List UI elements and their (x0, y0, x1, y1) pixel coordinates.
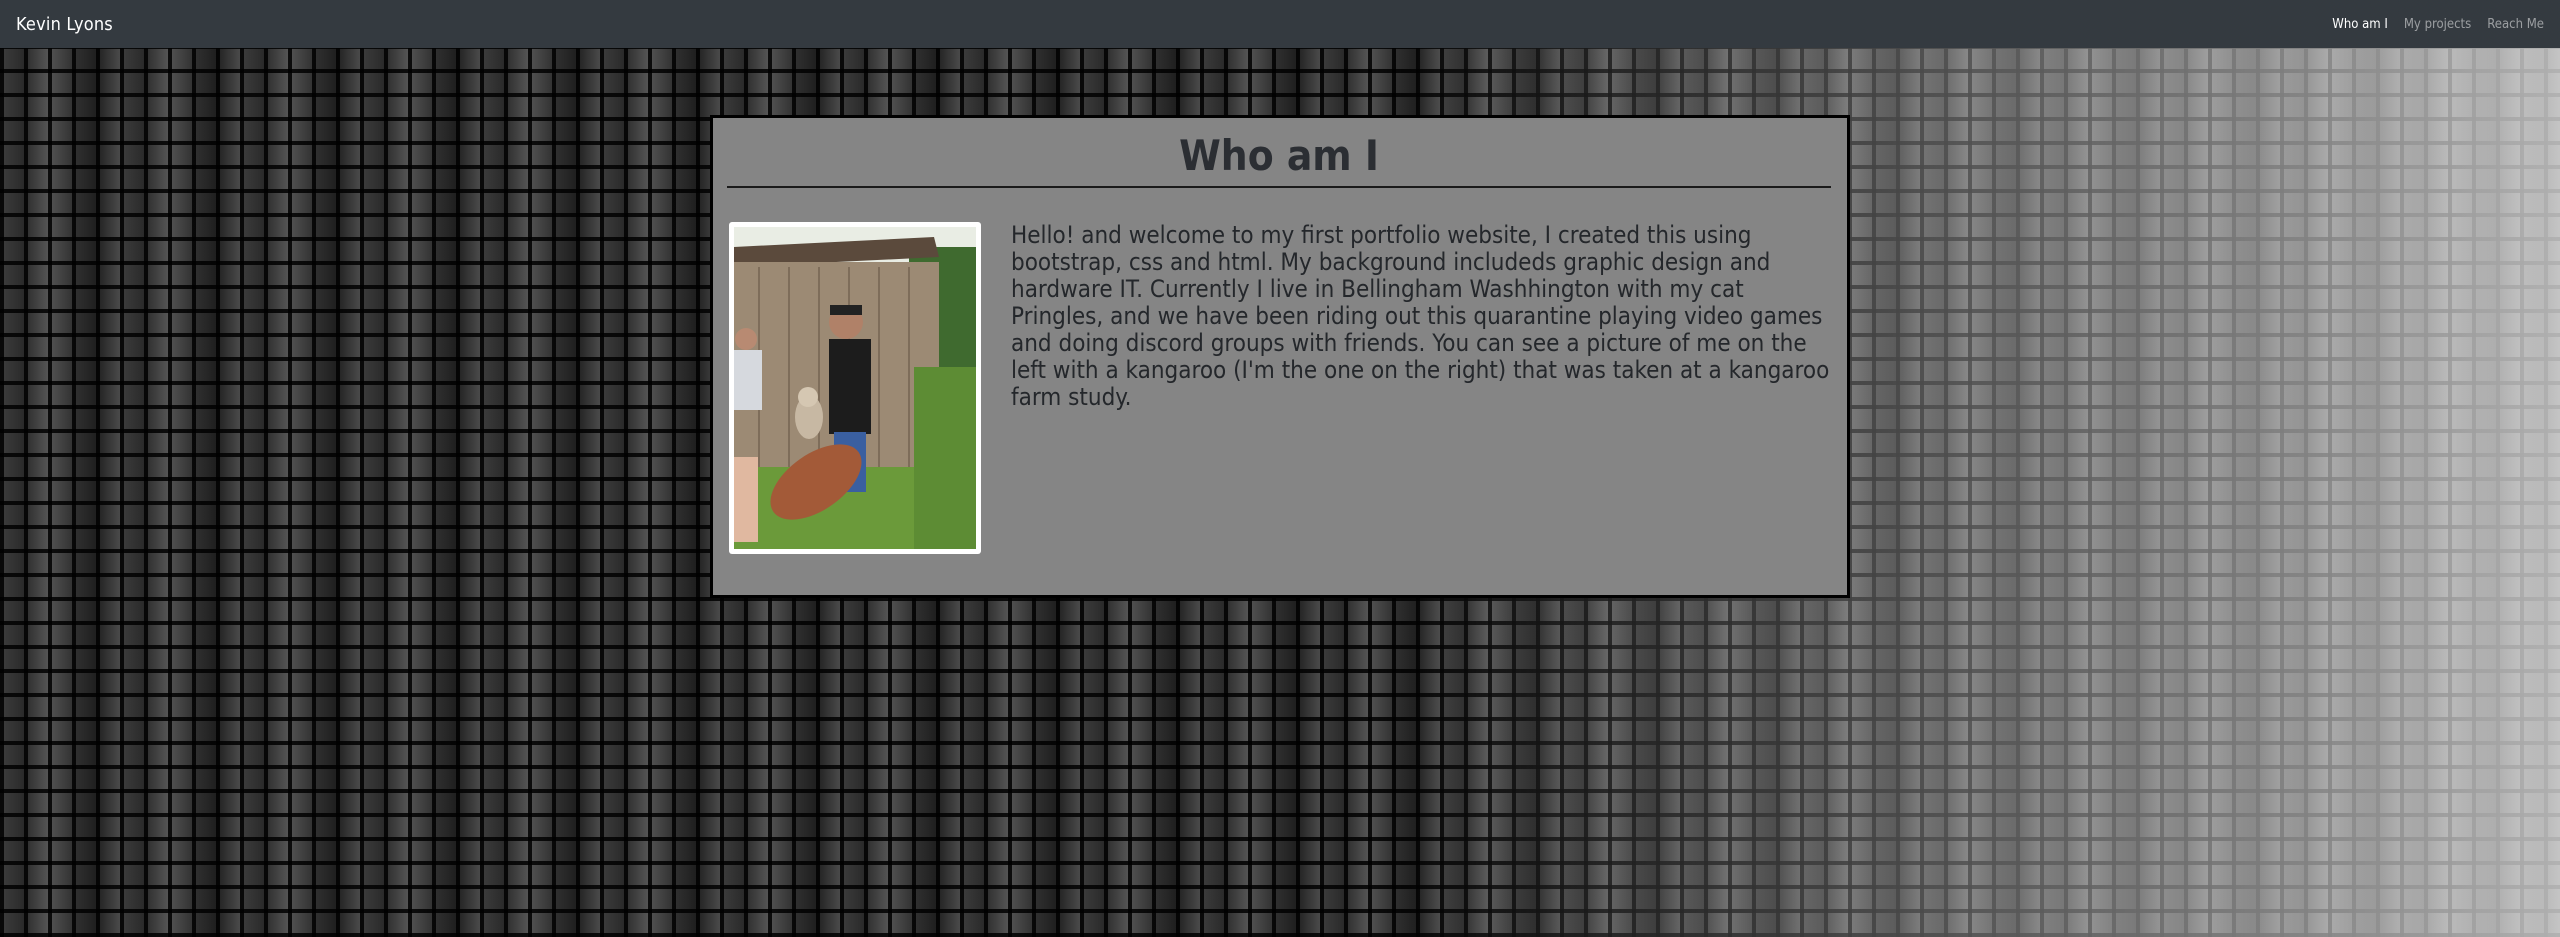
nav-links: Who am I My projects Reach Me (2332, 17, 2544, 32)
page-title: Who am I (1179, 131, 1379, 180)
top-navbar: Kevin Lyons Who am I My projects Reach M… (0, 0, 2560, 48)
nav-link-who-am-i[interactable]: Who am I (2332, 17, 2388, 32)
nav-link-reach-me[interactable]: Reach Me (2487, 17, 2544, 32)
title-divider (727, 186, 1831, 188)
nav-link-my-projects[interactable]: My projects (2404, 17, 2471, 32)
about-card: Who am I Hello! and welcome to my first … (710, 115, 1850, 598)
brand-link[interactable]: Kevin Lyons (16, 14, 113, 35)
bio-text: Hello! and welcome to my first portfolio… (1011, 221, 1830, 411)
profile-photo (729, 222, 981, 554)
photo-kangaroo-image (734, 227, 976, 549)
